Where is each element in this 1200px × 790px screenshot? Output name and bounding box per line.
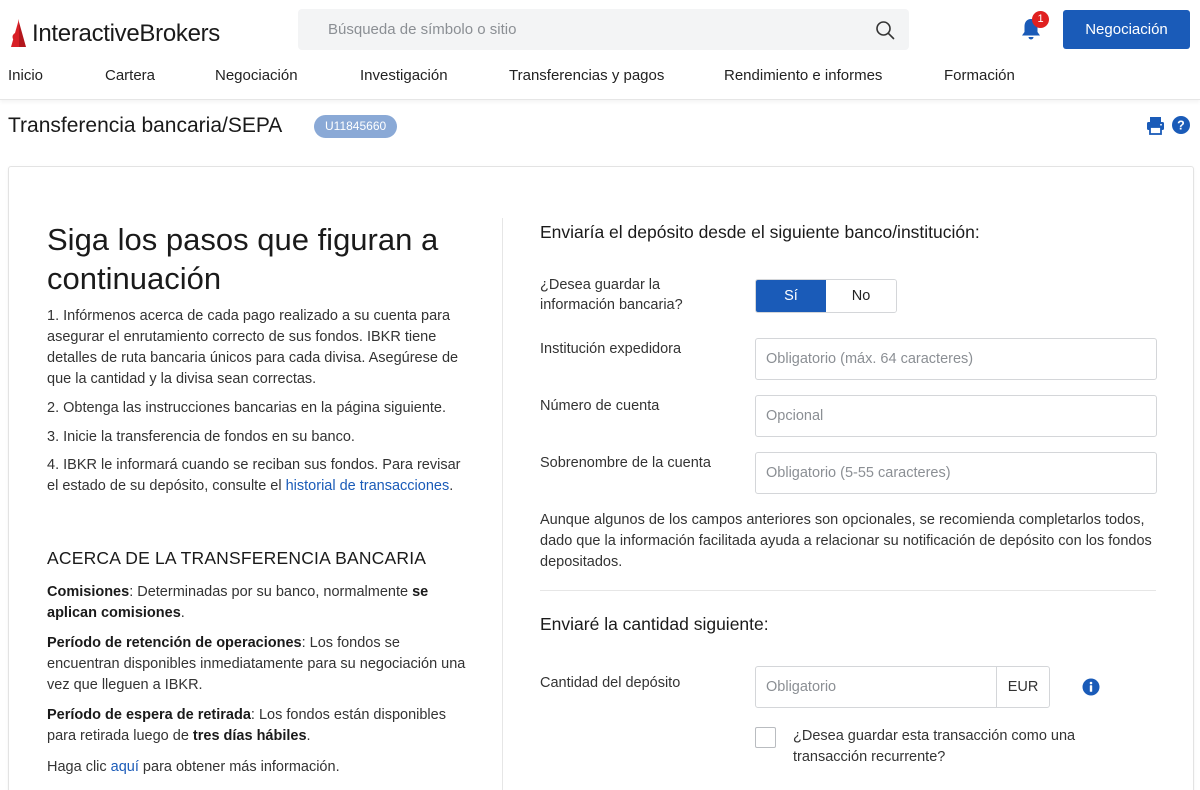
more-info-text: Haga clic aquí para obtener más informac… [47, 759, 340, 775]
nav-item-education[interactable]: Formación [944, 67, 1015, 84]
svg-text:?: ? [1177, 118, 1185, 132]
recurring-label: ¿Desea guardar esta transacción como una… [793, 728, 1076, 765]
fees-text: Comisiones: Determinadas por su banco, n… [47, 584, 429, 621]
toggle-yes-button[interactable]: Sí [756, 280, 826, 312]
logo-mark-icon [11, 19, 26, 47]
withdraw-period-text: Período de espera de retirada: Los fondo… [47, 707, 446, 744]
transaction-history-link[interactable]: historial de transacciones [286, 478, 450, 494]
nav-item-performance[interactable]: Rendimiento e informes [724, 67, 882, 84]
amount-section-title: Enviaré la cantidad siguiente: [540, 614, 769, 634]
step-3-text: 3. Inicie la transferencia de fondos en … [47, 429, 355, 445]
search-icon[interactable] [875, 20, 895, 40]
save-bank-label: ¿Desea guardar la información bancaria? [540, 277, 683, 313]
deposit-amount-label: Cantidad del depósito [540, 675, 681, 691]
trade-button[interactable]: Negociación [1063, 10, 1190, 49]
optional-fields-note: Aunque algunos de los campos anteriores … [540, 512, 1152, 570]
steps-heading: Siga los pasos que figuran a continuació… [47, 222, 439, 296]
account-number-input[interactable] [755, 395, 1157, 437]
top-header: InteractiveBrokers 1 Negociación Inicio … [0, 0, 1200, 100]
about-transfer-heading: ACERCA DE LA TRANSFERENCIA BANCARIA [47, 548, 427, 568]
institution-input[interactable] [755, 338, 1157, 380]
recurring-checkbox[interactable] [755, 727, 776, 748]
print-icon[interactable] [1146, 116, 1165, 135]
currency-label: EUR [996, 666, 1050, 708]
institution-label: Institución expedidora [540, 341, 682, 357]
section-divider [540, 590, 1156, 591]
search-bar [298, 9, 909, 50]
nav-item-research[interactable]: Investigación [360, 67, 448, 84]
step-4-text: 4. IBKR le informará cuando se reciban s… [47, 457, 461, 494]
nav-item-portfolio[interactable]: Cartera [105, 67, 155, 84]
account-number-label: Número de cuenta [540, 398, 660, 414]
hold-period-text: Período de retención de operaciones: Los… [47, 635, 466, 693]
logo[interactable]: InteractiveBrokers [8, 14, 220, 54]
step-1-text: 1. Infórmenos acerca de cada pago realiz… [47, 308, 459, 387]
account-nickname-label: Sobrenombre de la cuenta [540, 455, 711, 471]
logo-text: InteractiveBrokers [32, 20, 221, 47]
step-2-text: 2. Obtenga las instrucciones bancarias e… [47, 400, 447, 416]
save-bank-toggle: Sí No [755, 279, 897, 313]
page-title: Transferencia bancaria/SEPA [8, 114, 283, 137]
deposit-amount-input[interactable] [755, 666, 997, 708]
column-divider [502, 218, 503, 790]
nav-item-transfers[interactable]: Transferencias y pagos [509, 67, 664, 84]
info-icon[interactable] [1082, 678, 1100, 696]
nav-item-trade[interactable]: Negociación [215, 67, 298, 84]
nav-item-home[interactable]: Inicio [8, 67, 43, 84]
notification-badge: 1 [1032, 11, 1049, 28]
more-info-link[interactable]: aquí [111, 759, 139, 775]
search-input[interactable] [328, 9, 848, 50]
help-icon[interactable]: ? [1172, 116, 1190, 134]
toggle-no-button[interactable]: No [826, 280, 896, 312]
account-badge: U11845660 [314, 115, 398, 138]
account-nickname-input[interactable] [755, 452, 1157, 494]
bank-section-title: Enviaría el depósito desde el siguiente … [540, 222, 980, 242]
